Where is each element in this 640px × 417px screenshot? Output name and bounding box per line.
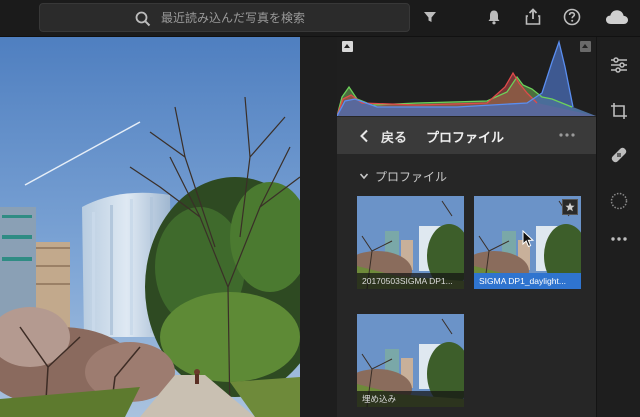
garden-photo xyxy=(0,37,300,417)
crop-rotate-icon[interactable] xyxy=(609,101,629,121)
mouse-cursor-icon xyxy=(522,230,534,248)
more-options-icon[interactable] xyxy=(557,128,577,142)
section-label: プロファイル xyxy=(375,169,448,184)
photo-canvas[interactable] xyxy=(0,37,300,417)
cloud-icon[interactable] xyxy=(604,7,630,27)
profile-thumb-1[interactable]: 20170503SIGMA DP1... xyxy=(357,196,464,289)
tool-strip xyxy=(596,37,640,417)
top-bar xyxy=(0,0,640,37)
healing-brush-icon[interactable] xyxy=(609,145,629,165)
shadow-clipping-toggle[interactable] xyxy=(342,41,353,52)
edit-sliders-icon[interactable] xyxy=(609,55,629,75)
profile-name: 埋め込み xyxy=(357,391,464,407)
search-icon xyxy=(135,11,151,27)
profile-header: 戻る プロファイル xyxy=(337,117,596,154)
more-icon[interactable] xyxy=(609,229,629,249)
help-icon[interactable] xyxy=(562,7,582,27)
panel-gap xyxy=(300,37,337,417)
profile-thumb-3[interactable]: 埋め込み xyxy=(357,314,464,407)
chevron-down-icon xyxy=(359,173,369,180)
share-icon[interactable] xyxy=(523,7,543,27)
profile-name: SIGMA DP1_daylight... xyxy=(474,273,581,289)
profile-section-toggle[interactable]: プロファイル xyxy=(359,168,447,184)
edit-panel: 戻る プロファイル プロファイル 20170503SIGMA DP1... SI… xyxy=(337,37,596,417)
search-input[interactable] xyxy=(161,8,401,28)
highlight-clipping-toggle[interactable] xyxy=(580,41,591,52)
profile-name: 20170503SIGMA DP1... xyxy=(357,273,464,289)
radial-filter-icon[interactable] xyxy=(609,191,629,211)
back-button[interactable]: 戻る xyxy=(359,127,408,146)
photo-editor-app: 戻る プロファイル プロファイル 20170503SIGMA D xyxy=(0,0,640,417)
favorite-star-icon[interactable] xyxy=(562,199,578,215)
back-label: 戻る xyxy=(381,130,408,146)
notification-bell-icon[interactable] xyxy=(484,7,504,27)
chevron-left-icon xyxy=(360,129,368,143)
search-box[interactable] xyxy=(39,3,410,32)
filter-icon[interactable] xyxy=(420,7,440,27)
histogram xyxy=(337,37,596,116)
panel-title: プロファイル xyxy=(426,131,505,146)
